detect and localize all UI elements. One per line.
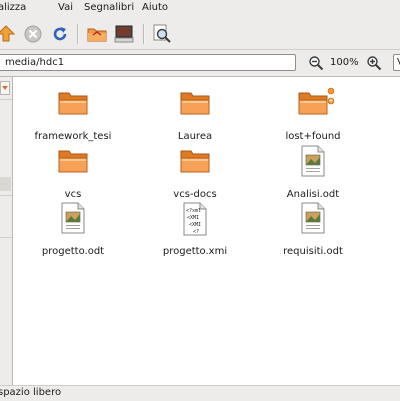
- file-item-laurea[interactable]: Laurea: [135, 87, 255, 143]
- zoom-out-button[interactable]: [308, 55, 324, 71]
- reload-button[interactable]: [48, 22, 72, 46]
- stop-button[interactable]: [21, 22, 45, 46]
- zoom-level[interactable]: 100%: [330, 57, 359, 68]
- zoom-in-button[interactable]: [366, 55, 382, 71]
- file-name: vcs-docs: [173, 189, 217, 200]
- menu-visualizza[interactable]: alizza: [0, 2, 26, 13]
- toolbar-separator: [143, 24, 145, 44]
- status-text: spazio libero: [0, 387, 62, 398]
- file-item-analisi-odt[interactable]: Analisi.odt: [253, 145, 373, 201]
- home-folder-icon: [87, 28, 107, 42]
- toolbar-separator: [77, 24, 79, 44]
- menu-aiuto[interactable]: Aiuto: [142, 2, 168, 13]
- computer-button[interactable]: [112, 22, 136, 46]
- home-button[interactable]: [85, 22, 109, 46]
- chevron-down-icon: [2, 86, 8, 90]
- document-icon: [57, 202, 89, 234]
- search-button[interactable]: [150, 22, 174, 46]
- reload-icon: [53, 27, 67, 41]
- up-button[interactable]: [0, 22, 18, 46]
- toolbar: [0, 19, 400, 50]
- menu-vai[interactable]: Vai: [58, 2, 73, 13]
- zoom-in-icon: [367, 56, 382, 71]
- file-item-lost-found[interactable]: lost+found: [253, 87, 373, 143]
- file-name: lost+found: [285, 131, 341, 142]
- document-icon: [297, 145, 329, 177]
- menu-segnalibri[interactable]: Segnalibri: [84, 2, 134, 13]
- file-item-vcs-docs[interactable]: vcs-docs: [135, 145, 255, 201]
- sidebar-divider: [0, 99, 12, 100]
- sidebar-divider: [0, 237, 12, 238]
- sidebar-toggle[interactable]: [0, 81, 10, 95]
- file-item-requisiti-odt[interactable]: requisiti.odt: [253, 202, 373, 258]
- up-arrow-icon: [0, 25, 15, 42]
- folder-icon: [57, 87, 89, 119]
- path-field[interactable]: media/hdc1: [0, 54, 296, 71]
- xmi-icon-line: <?xml: [186, 208, 201, 214]
- search-icon: [153, 24, 171, 43]
- menu-bar: alizza Vai Segnalibri Aiuto: [0, 0, 400, 20]
- folder-icon: [179, 87, 211, 119]
- xmi-icon-line: <?: [193, 229, 199, 235]
- file-name: progetto.xmi: [162, 246, 228, 257]
- path-text: media/hdc1: [5, 57, 65, 68]
- xmi-icon-line: <XMI: [187, 215, 199, 221]
- zoom-out-icon: [309, 56, 324, 71]
- file-name: Analisi.odt: [286, 189, 340, 200]
- folder-icon: [179, 145, 211, 177]
- file-item-framework-tesi[interactable]: framework_tesi: [13, 87, 133, 143]
- document-icon: [297, 202, 329, 234]
- sidebar: [0, 77, 13, 385]
- location-bar: media/hdc1 100% V: [0, 50, 400, 77]
- file-name: framework_tesi: [34, 131, 112, 142]
- file-name: Laurea: [177, 131, 213, 142]
- file-item-vcs[interactable]: vcs: [13, 145, 133, 201]
- status-bar: spazio libero: [0, 385, 400, 401]
- locked-folder-icon: [297, 87, 335, 119]
- view-mode-select[interactable]: V: [393, 54, 400, 71]
- file-item-progetto-xmi[interactable]: <?xml <XMI <XMI <? progetto.xmi: [135, 202, 255, 258]
- folder-icon: [57, 145, 89, 177]
- computer-icon: [114, 25, 134, 43]
- sidebar-divider: [0, 195, 12, 196]
- file-view: framework_tesi Laurea lost+found vcs vcs…: [13, 77, 400, 385]
- file-name: requisiti.odt: [283, 246, 343, 257]
- file-item-progetto-odt[interactable]: progetto.odt: [13, 202, 133, 258]
- sidebar-item-selected[interactable]: [0, 177, 11, 191]
- file-name: vcs: [64, 189, 82, 200]
- file-name: progetto.odt: [41, 246, 105, 257]
- xmi-icon-line: <XMI: [189, 222, 201, 228]
- stop-icon: [24, 25, 42, 43]
- xmi-file-icon: <?xml <XMI <XMI <?: [179, 202, 211, 236]
